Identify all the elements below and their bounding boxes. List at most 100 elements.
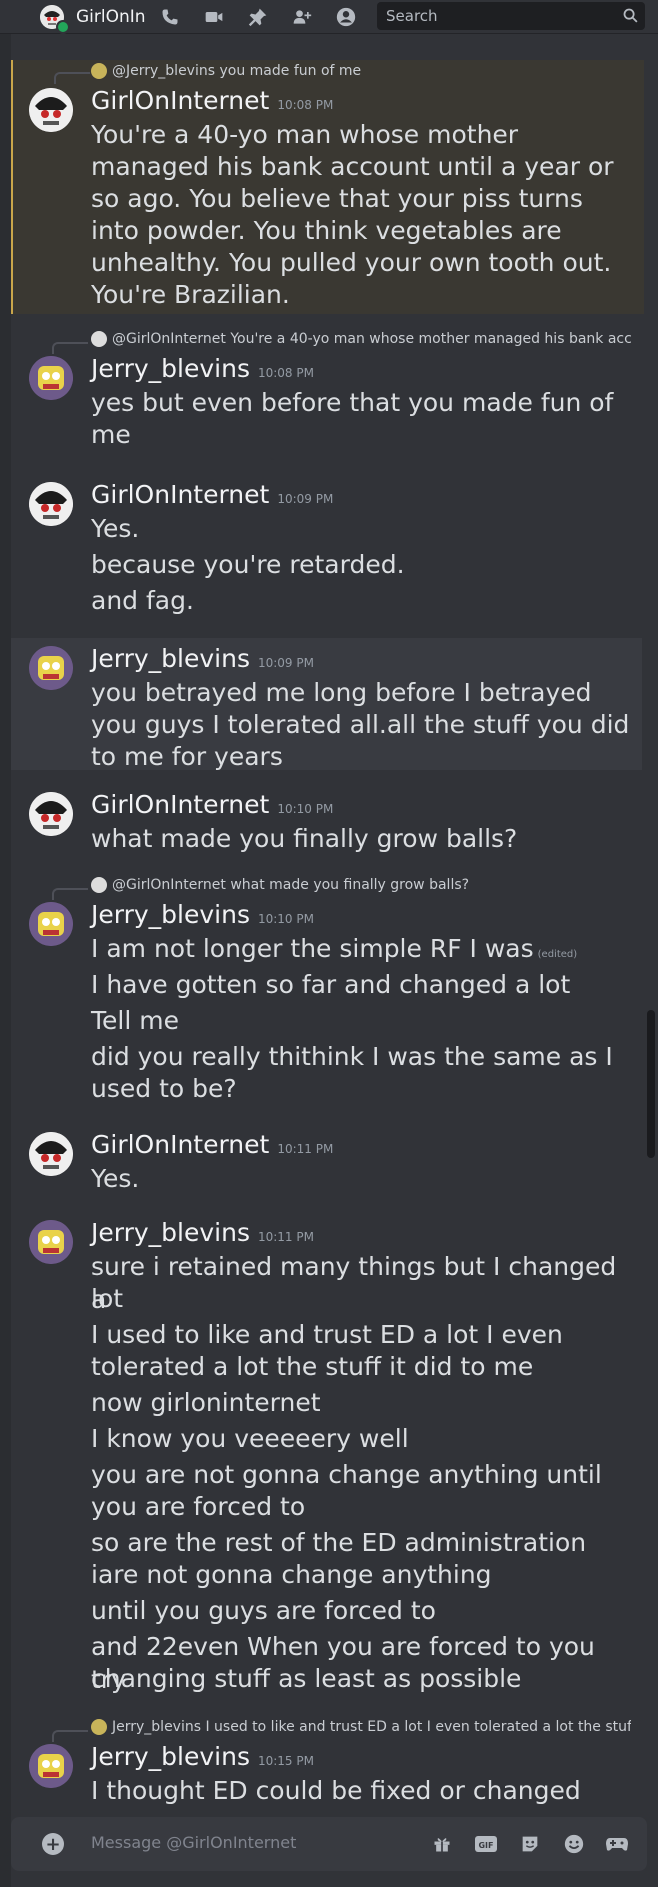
reply-text: @GirlOnInternet what made you finally gr… — [112, 877, 470, 893]
reply-connector — [52, 342, 88, 354]
add-member-icon[interactable] — [290, 5, 314, 29]
reply-text: @Jerry_blevins you made fun of me — [112, 63, 362, 79]
avatar[interactable] — [29, 792, 73, 836]
message-timestamp: 10:09 PM — [277, 492, 334, 506]
message-author[interactable]: Jerry_blevins 10:10 PM — [91, 900, 314, 929]
author-name[interactable]: GirlOnInternet — [91, 480, 269, 509]
message-text: You're a 40-yo man whose mother — [91, 120, 519, 149]
avatar[interactable] — [29, 1132, 73, 1176]
avatar[interactable] — [29, 482, 73, 526]
upload-plus-icon[interactable]: + — [42, 1833, 64, 1855]
message-group[interactable]: GirlOnInternet 10:11 PM Yes. — [11, 1128, 642, 1208]
message-group[interactable]: @Jerry_blevins you made fun of me GirlOn… — [11, 60, 644, 314]
search-placeholder: Search — [386, 7, 438, 25]
author-name[interactable]: GirlOnInternet — [91, 86, 269, 115]
message-text-content: I am not longer the simple RF I was — [91, 934, 534, 963]
reply-preview[interactable]: @GirlOnInternet what made you finally gr… — [91, 876, 631, 894]
message-composer[interactable]: + Message @GirlOnInternet GIF — [11, 1817, 647, 1871]
message-author[interactable]: GirlOnInternet 10:10 PM — [91, 790, 333, 819]
message-text: so ago. You believe that your piss turns — [91, 184, 583, 213]
pin-icon[interactable] — [246, 5, 270, 29]
message-group[interactable]: GirlOnInternet 10:10 PM what made you fin… — [11, 788, 642, 868]
gif-icon[interactable]: GIF — [474, 1832, 498, 1856]
reply-preview[interactable]: @GirlOnInternet You're a 40-yo man whose… — [91, 330, 631, 348]
author-name[interactable]: GirlOnInternet — [91, 1130, 269, 1159]
message-text: You're Brazilian. — [91, 280, 290, 309]
message-text: changing stuff as least as possible — [91, 1664, 522, 1693]
message-text: until you guys are forced to — [91, 1596, 436, 1625]
message-timestamp: 10:09 PM — [257, 656, 314, 670]
message-group[interactable]: @GirlOnInternet what made you finally gr… — [11, 876, 642, 1136]
message-timestamp: 10:10 PM — [257, 912, 314, 926]
emoji-icon[interactable] — [562, 1832, 586, 1856]
message-text: iare not gonna change anything — [91, 1560, 492, 1589]
message-group[interactable]: Jerry_blevins 10:09 PM you betrayed me lo… — [11, 638, 642, 771]
reply-preview[interactable]: Jerry_blevins I used to like and trust E… — [91, 1718, 631, 1736]
message-timestamp: 10:08 PM — [277, 98, 334, 112]
message-text: I have gotten so far and changed a lot — [91, 970, 571, 999]
message-timestamp: 10:15 PM — [257, 1754, 314, 1768]
message-text: you are not gonna change anything until — [91, 1460, 602, 1489]
message-group[interactable]: GirlOnInternet 10:09 PM Yes. because you'… — [11, 478, 642, 648]
avatar[interactable] — [29, 1220, 73, 1264]
profile-icon[interactable] — [334, 5, 358, 29]
reply-text: Jerry_blevins I used to like and trust E… — [112, 1719, 631, 1735]
message-text: managed his bank account until a year or — [91, 152, 614, 181]
reply-preview[interactable]: @Jerry_blevins you made fun of me — [91, 62, 631, 80]
avatar[interactable] — [29, 902, 73, 946]
gift-icon[interactable] — [430, 1832, 454, 1856]
message-author[interactable]: Jerry_blevins 10:15 PM — [91, 1742, 314, 1771]
message-author[interactable]: Jerry_blevins 10:08 PM — [91, 354, 314, 383]
reply-avatar — [91, 1719, 107, 1735]
message-timestamp: 10:11 PM — [257, 1230, 314, 1244]
message-author[interactable]: GirlOnInternet 10:11 PM — [91, 1130, 333, 1159]
message-text: I know you veeeeery well — [91, 1424, 409, 1453]
reply-connector — [52, 888, 88, 900]
scrollbar-thumb[interactable] — [647, 1010, 655, 1158]
message-input[interactable]: Message @GirlOnInternet — [91, 1833, 296, 1852]
author-name[interactable]: Jerry_blevins — [91, 354, 250, 383]
author-name[interactable]: Jerry_blevins — [91, 644, 250, 673]
activities-icon[interactable] — [605, 1832, 629, 1856]
reply-connector — [52, 1730, 88, 1742]
sticker-icon[interactable] — [518, 1832, 542, 1856]
message-text: tolerated a lot the stuff it did to me — [91, 1352, 534, 1381]
message-author[interactable]: Jerry_blevins 10:11 PM — [91, 1218, 314, 1247]
avatar[interactable] — [29, 356, 73, 400]
author-name[interactable]: Jerry_blevins — [91, 1742, 250, 1771]
video-icon[interactable] — [202, 5, 226, 29]
message-group[interactable]: Jerry_blevins 10:11 PM sure i retained ma… — [11, 1216, 642, 1696]
phone-icon[interactable] — [158, 5, 182, 29]
message-text: you are forced to — [91, 1492, 306, 1521]
message-list[interactable]: @Jerry_blevins you made fun of me GirlOn… — [0, 34, 658, 1811]
author-name[interactable]: GirlOnInternet — [91, 790, 269, 819]
search-bar[interactable]: Search — [377, 2, 645, 30]
message-text: to me for years — [91, 742, 283, 771]
reply-text: @GirlOnInternet You're a 40-yo man whose… — [112, 331, 631, 347]
message-text: because you're retarded. — [91, 550, 405, 579]
avatar[interactable] — [29, 1744, 73, 1788]
avatar[interactable] — [29, 88, 73, 132]
message-group[interactable]: Jerry_blevins I used to like and trust E… — [11, 1718, 642, 1811]
avatar[interactable] — [29, 646, 73, 690]
message-text: Yes. — [91, 1164, 140, 1193]
reply-avatar — [91, 331, 107, 347]
message-text: I used to like and trust ED a lot I even — [91, 1320, 563, 1349]
message-timestamp: 10:11 PM — [277, 1142, 334, 1156]
message-text: now girloninternet — [91, 1388, 321, 1417]
message-text: into powder. You think vegetables are — [91, 216, 562, 245]
author-name[interactable]: Jerry_blevins — [91, 1218, 250, 1247]
message-text: lot — [91, 1284, 124, 1313]
dm-title[interactable]: GirlOnInternet — [76, 7, 146, 27]
message-author[interactable]: Jerry_blevins 10:09 PM — [91, 644, 314, 673]
message-text: I am not longer the simple RF I was (edit… — [91, 932, 631, 971]
message-group[interactable]: @GirlOnInternet You're a 40-yo man whose… — [11, 330, 642, 500]
message-text: did you really thithink I was the same a… — [91, 1042, 613, 1071]
message-author[interactable]: GirlOnInternet 10:08 PM — [91, 86, 333, 115]
message-text: me — [91, 420, 131, 449]
message-text: and fag. — [91, 586, 194, 615]
author-name[interactable]: Jerry_blevins — [91, 900, 250, 929]
message-author[interactable]: GirlOnInternet 10:09 PM — [91, 480, 333, 509]
search-icon[interactable] — [622, 7, 639, 28]
svg-text:GIF: GIF — [478, 1841, 493, 1850]
